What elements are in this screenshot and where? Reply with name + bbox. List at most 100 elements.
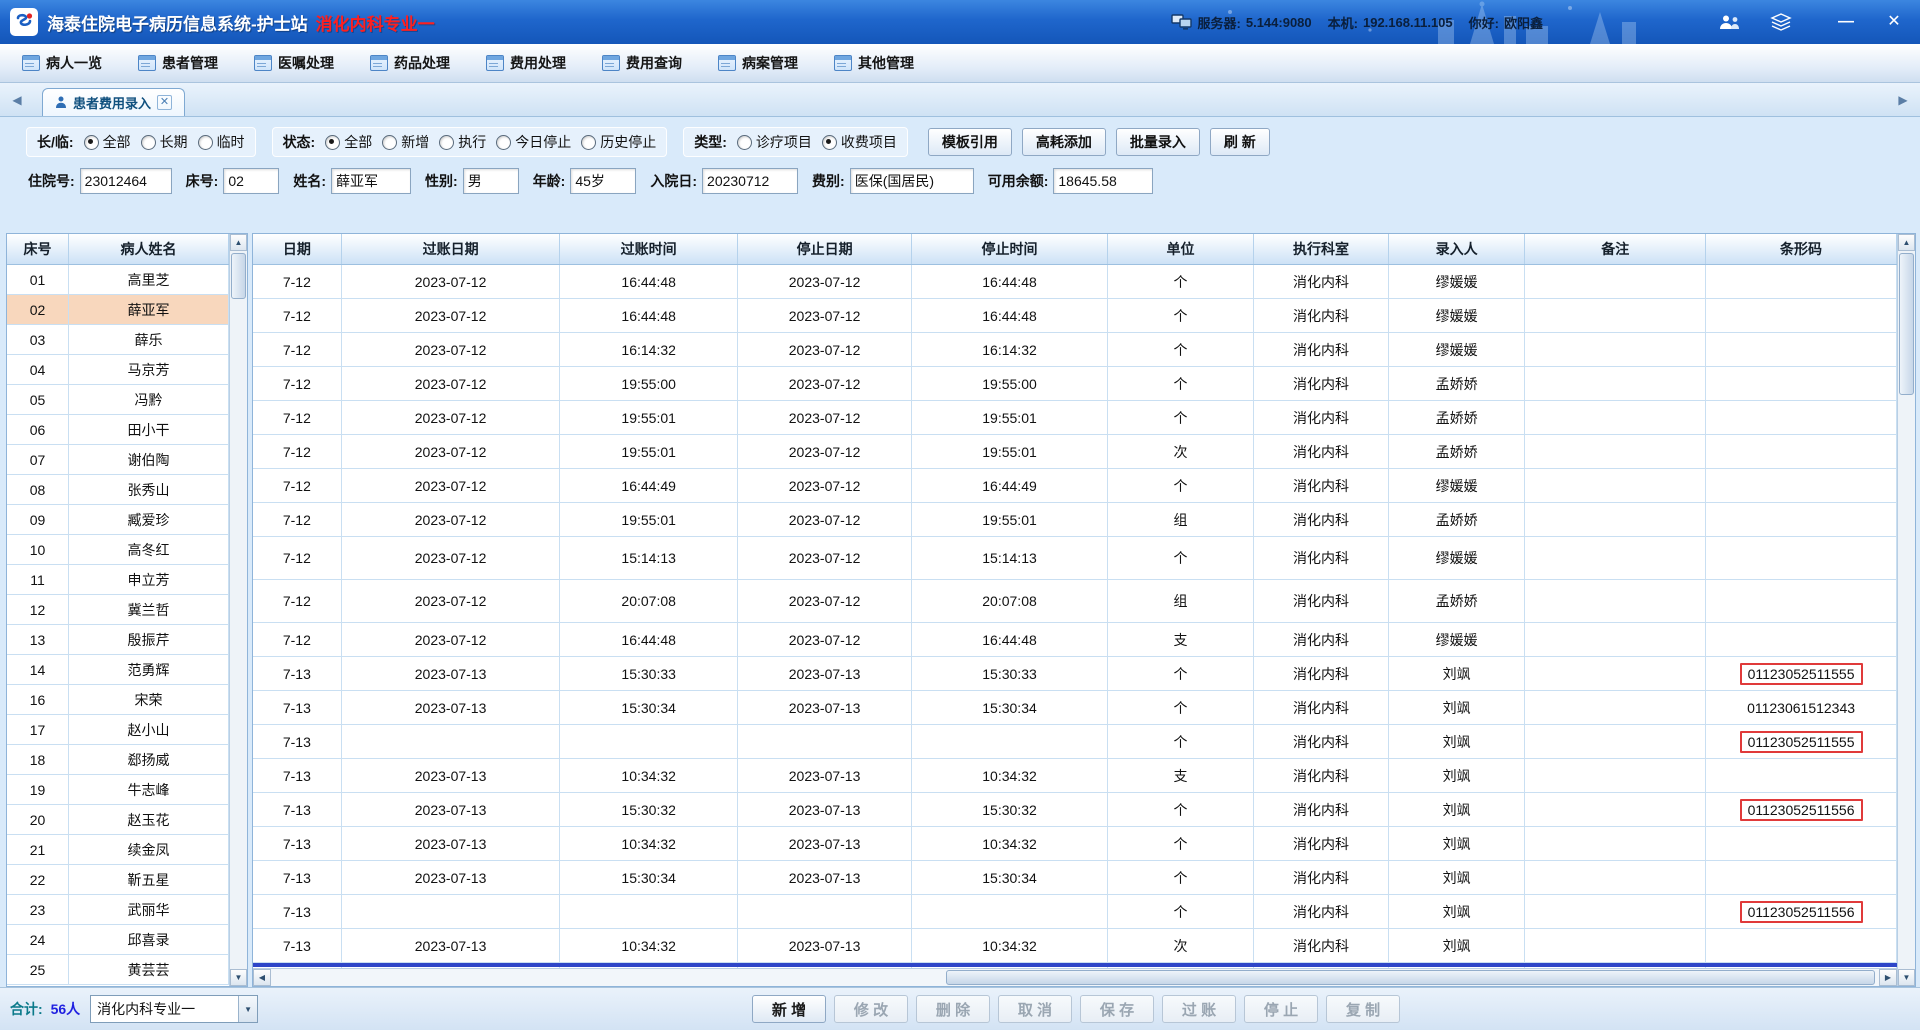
field-value-input[interactable]: 23012464	[79, 168, 172, 194]
fee-row[interactable]: 7-12 2023-07-12 16:14:32 2023-07-12 16:1…	[253, 333, 1897, 367]
fee-row[interactable]: 7-12 2023-07-12 16:44:48 2023-07-12 16:4…	[253, 265, 1897, 299]
action-button[interactable]: 保 存	[1080, 995, 1154, 1023]
scroll-down-icon[interactable]: ▼	[230, 969, 247, 986]
tab-patient-fee-entry[interactable]: 患者费用录入 ✕	[42, 88, 186, 116]
fee-row[interactable]: 7-12 2023-07-12 19:55:01 2023-07-12 19:5…	[253, 503, 1897, 537]
fee-row[interactable]: 7-12 2023-07-12 20:07:08 2023-07-12 20:0…	[253, 580, 1897, 623]
tab-scroll-left-icon[interactable]: ◀	[8, 87, 26, 113]
action-button[interactable]: 复 制	[1326, 995, 1400, 1023]
patient-row[interactable]: 01 高里芝	[7, 265, 229, 295]
chevron-down-icon[interactable]: ▼	[238, 996, 258, 1022]
menu-item[interactable]: 患者管理	[138, 53, 218, 73]
filter-action-button[interactable]: 高耗添加	[1021, 128, 1106, 156]
patient-row[interactable]: 25 黄芸芸	[7, 955, 229, 985]
field-value-input[interactable]: 20230712	[702, 168, 799, 194]
fee-row[interactable]: 7-13 2023-07-13 15:30:32 2023-07-13 15:3…	[253, 793, 1897, 827]
field-value-input[interactable]: 男	[462, 168, 519, 194]
patient-row[interactable]: 17 赵小山	[7, 715, 229, 745]
patient-row[interactable]: 12 冀兰哲	[7, 595, 229, 625]
fee-row[interactable]: 7-12 2023-07-12 15:14:13 2023-07-12 15:1…	[253, 537, 1897, 580]
fee-row[interactable]: 7-13 2023-07-13 10:34:32 2023-07-13 10:3…	[253, 827, 1897, 861]
department-select[interactable]: 消化内科专业一 ▼	[90, 995, 259, 1023]
fee-row[interactable]: 7-13 2023-07-13 10:34:32 2023-07-13 10:3…	[253, 759, 1897, 793]
horizontal-scroll-track[interactable]	[271, 969, 1879, 986]
duration-radio-option[interactable]: 临时	[197, 132, 245, 152]
menu-item[interactable]: 费用查询	[602, 53, 682, 73]
field-value-input[interactable]: 02	[223, 168, 280, 194]
patient-row[interactable]: 03 薛乐	[7, 325, 229, 355]
fee-row[interactable]: 7-13 2023-07-13 15:30:33 2023-07-13 15:3…	[253, 657, 1897, 691]
patient-row[interactable]: 16 宋荣	[7, 685, 229, 715]
fee-row[interactable]: 7-13 2023-07-13 15:30:34 2023-07-13 15:3…	[253, 861, 1897, 895]
patient-row[interactable]: 20 赵玉花	[7, 805, 229, 835]
action-button[interactable]: 取 消	[998, 995, 1072, 1023]
field-value-input[interactable]: 医保(国居民)	[849, 168, 974, 194]
filter-action-button[interactable]: 模板引用	[927, 128, 1012, 156]
scrollbar-thumb[interactable]	[231, 253, 246, 299]
patient-row[interactable]: 05 冯黔	[7, 385, 229, 415]
patient-row[interactable]: 07 谢伯陶	[7, 445, 229, 475]
action-button[interactable]: 修 改	[834, 995, 908, 1023]
filter-action-button[interactable]: 批量录入	[1115, 128, 1200, 156]
menu-item[interactable]: 药品处理	[370, 53, 450, 73]
patient-list-scrollbar[interactable]: ▲ ▼	[229, 234, 247, 986]
scrollbar-thumb[interactable]	[1899, 253, 1914, 395]
users-icon[interactable]	[1718, 14, 1742, 31]
patient-row[interactable]: 18 郄扬威	[7, 745, 229, 775]
patient-row[interactable]: 13 殷振芹	[7, 625, 229, 655]
status-radio-option[interactable]: 今日停止	[496, 132, 571, 152]
patient-row[interactable]: 11 申立芳	[7, 565, 229, 595]
fee-row[interactable]: 7-12 2023-07-12 19:55:00 2023-07-12 19:5…	[253, 367, 1897, 401]
fee-row[interactable]: 7-13 个 消化内科 刘飒 01123052511556	[253, 895, 1897, 929]
patient-row[interactable]: 09 臧爱珍	[7, 505, 229, 535]
filter-action-button[interactable]: 刷 新	[1209, 128, 1270, 156]
patient-row[interactable]: 21 续金凤	[7, 835, 229, 865]
patient-row[interactable]: 23 武丽华	[7, 895, 229, 925]
fee-row[interactable]: 7-13 2023-07-13 10:34:32 2023-07-13 10:3…	[253, 929, 1897, 963]
action-button[interactable]: 过 账	[1162, 995, 1236, 1023]
patient-row[interactable]: 22 靳五星	[7, 865, 229, 895]
scroll-up-icon[interactable]: ▲	[1898, 234, 1915, 251]
status-radio-option[interactable]: 执行	[439, 132, 486, 152]
fee-row[interactable]: 7-12 2023-07-12 16:44:49 2023-07-12 16:4…	[253, 469, 1897, 503]
menu-item[interactable]: 病人一览	[22, 53, 102, 73]
field-value-input[interactable]: 18645.58	[1053, 168, 1154, 194]
patient-row[interactable]: 04 马京芳	[7, 355, 229, 385]
menu-item[interactable]: 其他管理	[834, 53, 914, 73]
scroll-right-icon[interactable]: ▶	[1879, 969, 1897, 986]
fee-row[interactable]: 7-12 2023-07-12 16:44:48 2023-07-12 16:4…	[253, 623, 1897, 657]
status-radio-option[interactable]: 历史停止	[581, 132, 656, 152]
fee-row[interactable]: 7-13 个 消化内科 刘飒 01123052511555	[253, 725, 1897, 759]
menu-item[interactable]: 费用处理	[486, 53, 566, 73]
horizontal-scroll-thumb[interactable]	[946, 970, 1875, 985]
field-value-input[interactable]: 45岁	[570, 168, 637, 194]
fee-row[interactable]: 7-13 2023-07-13 15:30:34 2023-07-13 15:3…	[253, 691, 1897, 725]
fee-row[interactable]: 7-12 2023-07-12 19:55:01 2023-07-12 19:5…	[253, 435, 1897, 469]
status-radio-option[interactable]: 新增	[382, 132, 429, 152]
patient-row[interactable]: 19 牛志峰	[7, 775, 229, 805]
scroll-left-icon[interactable]: ◀	[253, 969, 271, 986]
patient-row[interactable]: 24 邱喜录	[7, 925, 229, 955]
patient-row[interactable]: 10 高冬红	[7, 535, 229, 565]
field-value-input[interactable]: 薛亚军	[331, 168, 412, 194]
scroll-down-icon[interactable]: ▼	[1898, 969, 1915, 986]
status-radio-option[interactable]: 全部	[325, 132, 372, 152]
patient-row[interactable]: 06 田小干	[7, 415, 229, 445]
scroll-up-icon[interactable]: ▲	[230, 234, 247, 251]
action-button[interactable]: 新 增	[752, 995, 826, 1023]
fee-horizontal-scrollbar[interactable]: ◀ ▶	[253, 968, 1897, 986]
type-radio-option[interactable]: 收费项目	[821, 132, 897, 152]
fee-vertical-scrollbar[interactable]: ▲ ▼	[1897, 234, 1915, 986]
fee-row[interactable]: 7-12 2023-07-12 19:55:01 2023-07-12 19:5…	[253, 401, 1897, 435]
duration-radio-option[interactable]: 长期	[140, 132, 188, 152]
menu-item[interactable]: 病案管理	[718, 53, 798, 73]
patient-row[interactable]: 02 薛亚军	[7, 295, 229, 325]
action-button[interactable]: 停 止	[1244, 995, 1318, 1023]
menu-item[interactable]: 医嘱处理	[254, 53, 334, 73]
tab-close-icon[interactable]: ✕	[157, 95, 173, 110]
patient-row[interactable]: 08 张秀山	[7, 475, 229, 505]
close-button[interactable]: ✕	[1882, 14, 1906, 30]
type-radio-option[interactable]: 诊疗项目	[736, 132, 812, 152]
duration-radio-option[interactable]: 全部	[83, 132, 131, 152]
layers-icon[interactable]	[1770, 13, 1792, 31]
